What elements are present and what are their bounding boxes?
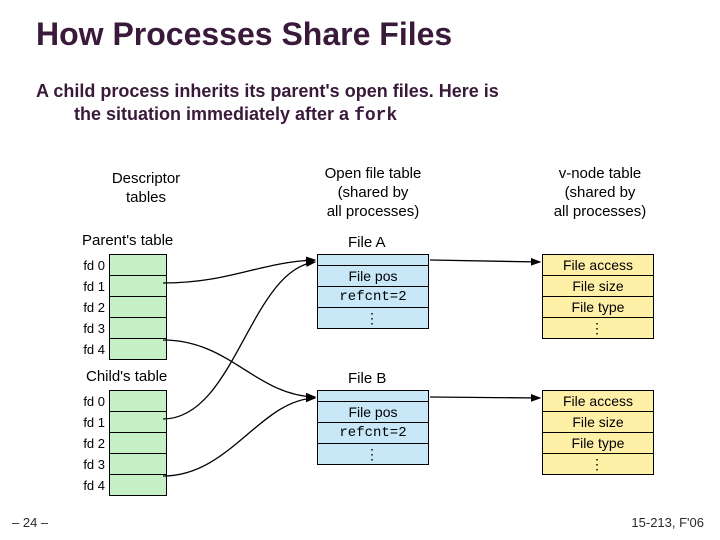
col-vnode: v-node table (shared by all processes) — [520, 165, 680, 221]
lead-line2: the situation immediately after a — [74, 104, 354, 124]
fd-label: fd 3 — [74, 454, 110, 475]
child-label: Child's table — [86, 368, 167, 385]
of-blank — [318, 255, 428, 265]
openfile-a: File pos refcnt=2 ⋮ — [317, 254, 429, 329]
slide-number: – 24 – — [12, 515, 48, 530]
fd-cell — [110, 255, 167, 276]
vn-access: File access — [543, 255, 653, 275]
child-fd-table: fd 0 fd 1 fd 2 fd 3 fd 4 — [74, 390, 167, 496]
openfile-b: File pos refcnt=2 ⋮ — [317, 390, 429, 465]
parent-fd-table: fd 0 fd 1 fd 2 fd 3 fd 4 — [74, 254, 167, 360]
fd-label: fd 0 — [74, 391, 110, 412]
lead-text: A child process inherits its parent's op… — [36, 80, 684, 127]
fd-cell — [110, 412, 167, 433]
fd-label: fd 1 — [74, 412, 110, 433]
of-refcnt: refcnt=2 — [318, 286, 428, 307]
fd-cell — [110, 297, 167, 318]
fd-label: fd 0 — [74, 255, 110, 276]
fd-cell — [110, 433, 167, 454]
of-pos: File pos — [318, 401, 428, 422]
vn-type: File type — [543, 432, 653, 453]
page-title: How Processes Share Files — [36, 16, 452, 53]
parent-label: Parent's table — [82, 232, 173, 249]
fd-cell — [110, 339, 167, 360]
fileb-label: File B — [348, 370, 386, 387]
fd-label: fd 1 — [74, 276, 110, 297]
of-dots: ⋮ — [318, 443, 428, 464]
fd-cell — [110, 475, 167, 496]
col-openfile: Open file table (shared by all processes… — [298, 165, 448, 221]
fd-label: fd 2 — [74, 433, 110, 454]
vn-dots: ⋮ — [543, 317, 653, 338]
fd-cell — [110, 276, 167, 297]
fd-label: fd 3 — [74, 318, 110, 339]
filea-label: File A — [348, 234, 386, 251]
fd-cell — [110, 391, 167, 412]
fd-cell — [110, 454, 167, 475]
vn-type: File type — [543, 296, 653, 317]
lead-line1: A child process inherits its parent's op… — [36, 81, 499, 101]
fd-cell — [110, 318, 167, 339]
vn-size: File size — [543, 275, 653, 296]
fd-label: fd 2 — [74, 297, 110, 318]
of-blank — [318, 391, 428, 401]
of-pos: File pos — [318, 265, 428, 286]
of-refcnt: refcnt=2 — [318, 422, 428, 443]
fd-label: fd 4 — [74, 475, 110, 496]
vnode-a: File access File size File type ⋮ — [542, 254, 654, 339]
col-descriptor: Descriptor tables — [86, 170, 206, 208]
fd-label: fd 4 — [74, 339, 110, 360]
lead-code: fork — [354, 106, 397, 126]
vn-size: File size — [543, 411, 653, 432]
vnode-b: File access File size File type ⋮ — [542, 390, 654, 475]
course-tag: 15-213, F'06 — [631, 515, 704, 530]
vn-dots: ⋮ — [543, 453, 653, 474]
of-dots: ⋮ — [318, 307, 428, 328]
vn-access: File access — [543, 391, 653, 411]
